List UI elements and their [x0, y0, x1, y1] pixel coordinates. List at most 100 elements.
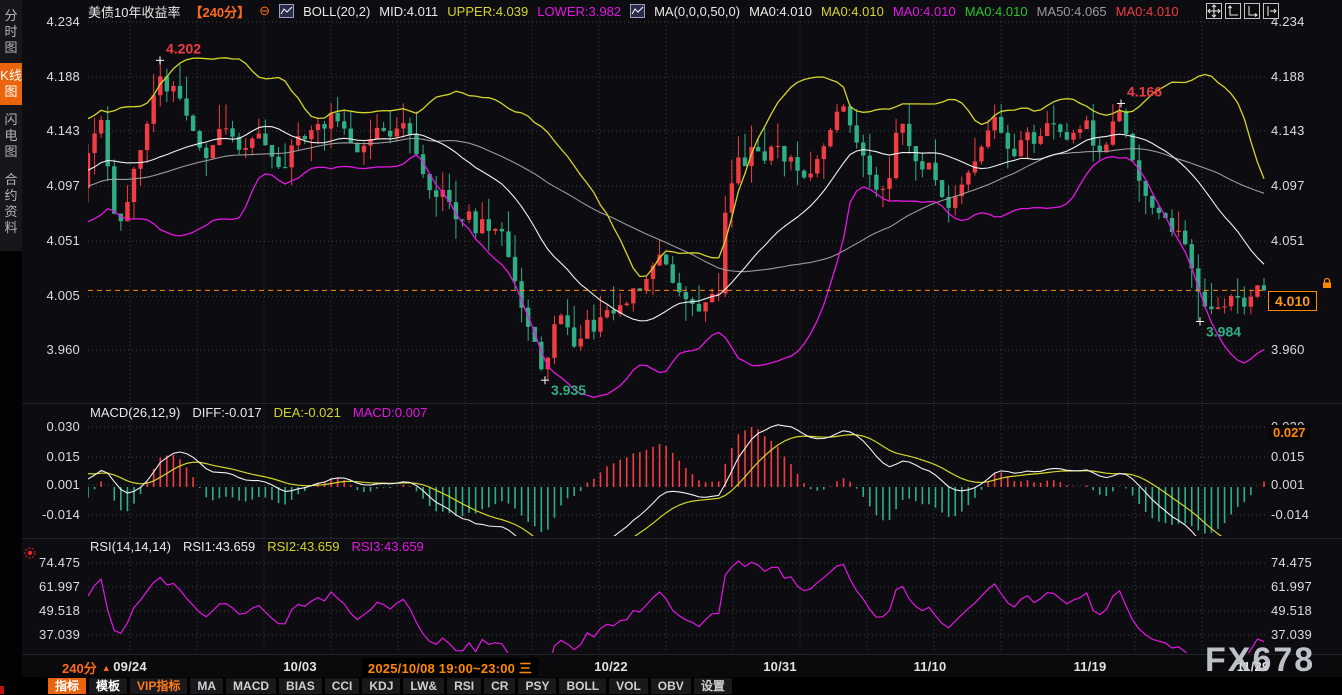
scale-y-axis-icon[interactable] [1225, 3, 1241, 19]
rsi2-value: RSI2:43.659 [267, 539, 339, 554]
main-axis-label-left: 4.005 [22, 288, 80, 303]
boll-indicator-icon[interactable] [279, 4, 294, 18]
macd-current-value-tag: 0.027 [1268, 425, 1311, 440]
sidebar: 分时图K线图闪电图合约资料 [0, 0, 22, 695]
rsi1-value: RSI1:43.659 [183, 539, 255, 554]
price-annotation: 4.166 [1127, 83, 1162, 99]
sidebar-tab-3[interactable]: 闪电图 [0, 107, 22, 165]
macd-params-label: MACD(26,12,9) [90, 405, 180, 420]
macd-axis-label-left: 0.030 [22, 419, 80, 434]
macd-axis-label-right: 0.001 [1271, 477, 1337, 492]
toolbar-tab-BOLL[interactable]: BOLL [559, 678, 606, 694]
toolbar-tab-CCI[interactable]: CCI [325, 678, 360, 694]
toolbar-tab-OBV[interactable]: OBV [651, 678, 691, 694]
main-axis-label-left: 3.960 [22, 342, 80, 357]
rsi-header: RSI(14,14,14) RSI1:43.659 RSI2:43.659 RS… [90, 539, 424, 554]
main-axis-label-left: 4.188 [22, 69, 80, 84]
ma-value: MA0:4.010 [1116, 4, 1179, 19]
rsi-axis-label-left: 37.039 [22, 627, 80, 642]
toolbar-tab-RSI[interactable]: RSI [447, 678, 481, 694]
toolbar-tab-模板[interactable]: 模板 [89, 678, 127, 694]
chart-annotations: 4.2024.1663.9353.984 [88, 40, 1265, 398]
macd-axis-label-right: -0.014 [1271, 507, 1337, 522]
dropdown-arrow-icon: ▲ [102, 663, 111, 673]
sidebar-tab-2[interactable]: K线图 [0, 63, 22, 105]
ma-value: MA0:4.010 [965, 4, 1028, 19]
rsi-axis-label-left: 61.997 [22, 579, 80, 594]
boll-upper-value: UPPER:4.039 [447, 4, 528, 19]
toolbar-tab-MACD[interactable]: MACD [226, 678, 276, 694]
ma-values: MA0:4.010 MA0:4.010 MA0:4.010 MA0:4.010 MA50… [749, 4, 1178, 19]
sidebar-tabs: 分时图K线图闪电图合约资料 [0, 0, 22, 251]
toolbar-tab-CR[interactable]: CR [484, 678, 515, 694]
rsi-axis-label-right: 49.518 [1271, 603, 1337, 618]
sidebar-tab-1[interactable]: 分时图 [0, 3, 22, 61]
price-annotation: 3.935 [551, 382, 586, 398]
toolbar-tab-设置[interactable]: 设置 [694, 678, 732, 694]
x-axis-date: 11/10 [914, 659, 947, 674]
toolbar-tab-VOL[interactable]: VOL [609, 678, 648, 694]
x-axis-date: 09/24 [113, 659, 147, 674]
watermark: FX678 [1205, 641, 1315, 680]
toolbar-tab-KDJ[interactable]: KDJ [362, 678, 400, 694]
ma-indicator-icon[interactable] [630, 4, 645, 18]
toolbar-tab-VIP指标[interactable]: VIP指标 [130, 678, 187, 694]
toolbar-tab-指标[interactable]: 指标 [48, 678, 86, 694]
panel-divider [22, 403, 1342, 404]
macd-axis-label-left: 0.015 [22, 449, 80, 464]
sidebar-tab-4[interactable]: 合约资料 [0, 167, 22, 241]
toolbar-edge-marker [0, 686, 4, 694]
x-axis-date: 10/31 [763, 659, 797, 674]
x-axis-row [22, 655, 1342, 677]
ma-params: MA(0,0,0,50,0) [654, 4, 740, 19]
main-axis-label-right: 4.097 [1271, 178, 1337, 193]
macd-axis-label-left: 0.001 [22, 477, 80, 492]
topbar: 美债10年收益率 【240分】 ⊖ BOLL(20,2) MID:4.011 U… [88, 2, 1179, 20]
rsi-axis-label-left: 49.518 [22, 603, 80, 618]
rsi-params-label: RSI(14,14,14) [90, 539, 171, 554]
main-axis-label-right: 4.143 [1271, 123, 1337, 138]
ma-value: MA0:4.010 [893, 4, 956, 19]
indicator-settings-icon[interactable] [23, 546, 37, 565]
macd-diff-value: DIFF:-0.017 [192, 405, 261, 420]
main-axis-label-left: 4.097 [22, 178, 80, 193]
macd-axis-label-right: 0.015 [1271, 449, 1337, 464]
toolbar-tab-PSY[interactable]: PSY [518, 678, 556, 694]
pan-tool-icon[interactable] [1206, 3, 1222, 19]
main-axis-label-right: 4.051 [1271, 233, 1337, 248]
rsi-axis-label-right: 37.039 [1271, 627, 1337, 642]
period-selector-label: 240分 [62, 658, 97, 677]
rsi-axis-label-right: 74.475 [1271, 555, 1337, 570]
price-annotation: 3.984 [1206, 324, 1241, 340]
main-axis-label-left: 4.234 [22, 14, 80, 29]
macd-value: MACD:0.007 [353, 405, 427, 420]
current-price-tag: 4.010 [1268, 291, 1317, 311]
instrument-title: 美债10年收益率 [88, 2, 180, 21]
toolbar-tab-MA[interactable]: MA [190, 678, 223, 694]
chart-controls [1206, 3, 1279, 19]
main-axis-label-left: 4.143 [22, 123, 80, 138]
toolbar-tab-BIAS[interactable]: BIAS [279, 678, 322, 694]
macd-axis-label-left: -0.014 [22, 507, 80, 522]
ma-value: MA50:4.065 [1037, 4, 1107, 19]
scale-x-axis-icon[interactable] [1244, 3, 1260, 19]
chart-canvas[interactable]: 4.2024.1663.9353.984 [0, 0, 1342, 695]
collapse-icon[interactable]: ⊖ [259, 3, 270, 19]
chart-application: 4.2024.1663.9353.984 美债10年收益率 【240分】 ⊖ B… [0, 0, 1342, 695]
main-axis-label-right: 4.188 [1271, 69, 1337, 84]
boll-mid-value: MID:4.011 [379, 4, 438, 19]
main-plot[interactable] [86, 58, 1266, 398]
rsi-axis-label-right: 61.997 [1271, 579, 1337, 594]
period-selector[interactable]: 240分 ▲ [62, 658, 111, 677]
lock-icon[interactable] [1321, 276, 1333, 294]
shift-right-icon[interactable] [1263, 3, 1279, 19]
x-axis-date-highlight: 2025/10/08 19:00~23:00 三 [362, 658, 538, 677]
toolbar-tab-LW&[interactable]: LW& [403, 678, 444, 694]
boll-params: BOLL(20,2) [303, 4, 370, 19]
main-axis-label-right: 3.960 [1271, 342, 1337, 357]
macd-dea-value: DEA:-0.021 [274, 405, 341, 420]
main-axis-label-left: 4.051 [22, 233, 80, 248]
period-badge[interactable]: 【240分】 [189, 2, 250, 21]
ma-value: MA0:4.010 [749, 4, 812, 19]
macd-header: MACD(26,12,9) DIFF:-0.017 DEA:-0.021 MAC… [90, 405, 427, 420]
